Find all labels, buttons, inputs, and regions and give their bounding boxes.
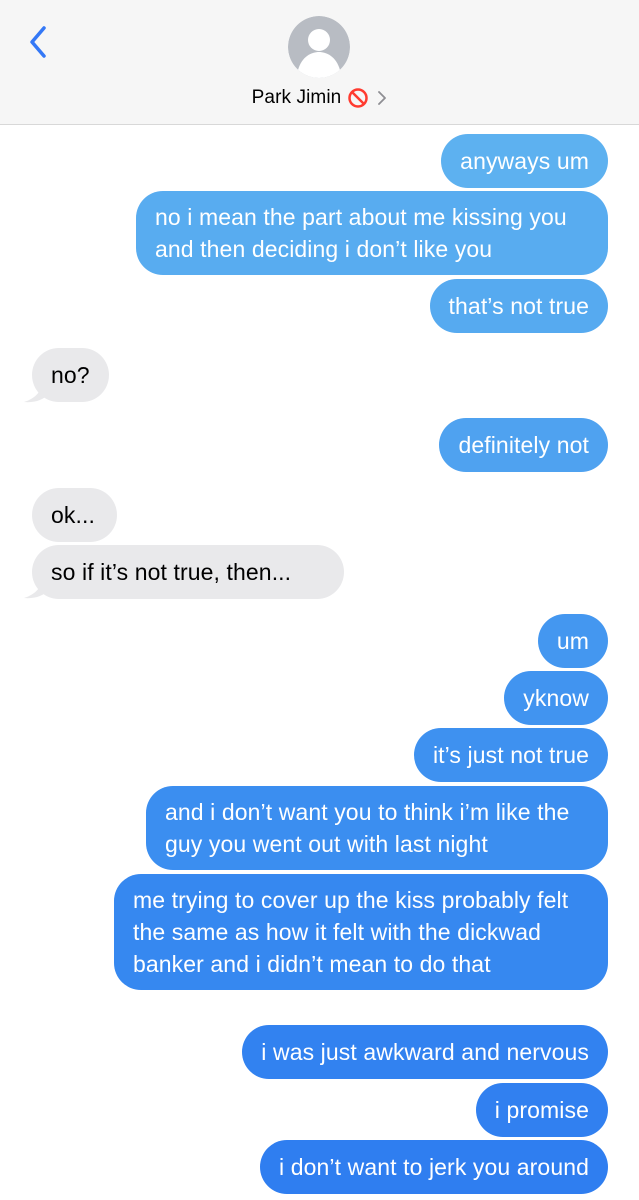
message-bubble-outgoing[interactable]: no i mean the part about me kissing you … [136,191,608,275]
chevron-right-icon [378,91,387,105]
avatar[interactable] [288,16,350,78]
back-button[interactable] [24,22,54,62]
contact-name-row[interactable]: Park Jimin [0,84,639,112]
conversation-header: Park Jimin [0,0,639,125]
message-bubble-outgoing[interactable]: i don’t want to jerk you around [260,1140,608,1194]
person-silhouette-icon [288,16,350,78]
message-bubble-incoming[interactable]: no? [32,348,109,402]
message-bubble-outgoing[interactable]: me trying to cover up the kiss probably … [114,874,608,990]
message-bubble-outgoing[interactable]: um [537,614,608,668]
message-bubble-outgoing[interactable]: and i don’t want you to think i’m like t… [146,786,608,870]
blocked-icon [348,88,369,108]
message-bubble-outgoing[interactable]: yknow [504,671,608,725]
message-bubble-incoming[interactable]: so if it’s not true, then... [32,545,344,599]
contact-name: Park Jimin [251,87,342,108]
message-bubble-incoming[interactable]: ok... [32,488,117,542]
message-bubble-outgoing[interactable]: definitely not [439,418,608,472]
message-bubble-outgoing[interactable]: it’s just not true [413,728,608,782]
message-bubble-outgoing[interactable]: i promise [475,1083,608,1137]
message-bubble-outgoing[interactable]: i was just awkward and nervous [242,1025,608,1079]
message-bubble-outgoing[interactable]: anyways um [441,134,608,188]
message-bubble-outgoing[interactable]: that’s not true [429,279,608,333]
chevron-left-icon [30,26,46,58]
